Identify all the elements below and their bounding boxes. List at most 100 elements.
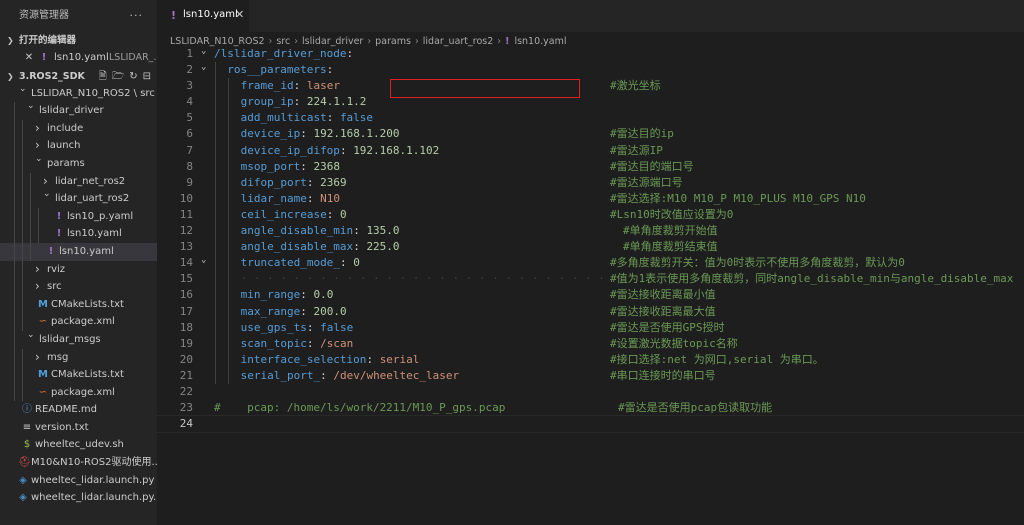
indent-guide [215,367,216,384]
indent-guide [228,287,230,304]
file-item[interactable]: ∽ package.xml [0,383,157,402]
folder-item[interactable]: ⌄ lslidar_driver [0,101,157,120]
cmake-icon: M [38,369,48,381]
fold-chevron-icon[interactable]: ⌄ [201,59,206,75]
folder-item[interactable]: ⌄ params [0,154,157,173]
folder-item[interactable]: › rviz [0,260,157,279]
code-text: angle_disable_max: 225.0 [241,239,400,255]
code-line[interactable]: 19 scan_topic: /scan #设置激光数据topic名称 [157,335,1024,352]
code-line[interactable]: 17 max_range: 200.0 #雷达接收距离最大值 [157,303,1024,320]
indent-guide [38,225,39,243]
folder-item[interactable]: › src [0,278,157,296]
folder-item[interactable]: ⌄ lidar_uart_ros2 [0,189,157,208]
code-line[interactable]: 4 group_ip: 224.1.1.2 [157,94,1024,111]
tree-item-label: wheeltec_lidar.launch.py... [31,492,157,504]
file-item[interactable]: ! lsn10.yaml [0,225,157,243]
file-item[interactable]: ! lsn10_p.yaml [0,207,157,226]
code-line[interactable]: 22 [157,384,1024,400]
code-line[interactable]: 10 lidar_name: N10 #雷达选择:M10 M10_P M10_PLU… [157,190,1024,207]
code-line[interactable]: 9 difop_port: 2369 #雷达源端口号 [157,174,1024,191]
code-line[interactable]: 15 · · · · · · · · · · · · · · · · · · · … [157,271,1024,288]
tree-item-label: wheeltec_lidar.launch.py [31,474,155,486]
whitespace-markers: · · · · · · · · · · · · · · · · · · · · … [240,272,619,286]
code-token: 192.168.1.102 [353,143,440,157]
code-line[interactable]: 18 use_gps_ts: false #雷达是否使用GPS授时 [157,319,1024,336]
folder-item[interactable]: › lidar_net_ros2 [0,172,157,191]
code-line[interactable]: 14 ⌄ truncated_mode_: 0 #多角度裁剪开关：值为0时表示不使用多… [157,252,1024,272]
code-comment: #雷达目的ip [610,127,674,141]
indent-guide [22,278,23,296]
new-file-icon[interactable]: 🗎 [99,71,107,82]
code-text: frame_id: laser [241,78,340,94]
code-text: serial_port_: /dev/wheeltec_laser [241,368,460,384]
tab-lsn10-yaml[interactable]: ! lsn10.yaml ✕ [157,0,249,32]
code-token: : [339,143,354,157]
chevron-down-icon: ⌄ [43,189,51,200]
code-text: max_range: 200.0 [241,304,347,320]
code-line[interactable]: 5 add_multicast: false [157,110,1024,127]
code-line[interactable]: 3 frame_id: laser #激光坐标 [157,78,1024,95]
code-line[interactable]: 16 min_range: 0.0 #雷达接收距离最小值 [157,287,1024,304]
folder-item[interactable]: ⌄ LSLIDAR_N10_ROS2 \ src [0,84,157,103]
indent-guide [228,110,230,127]
code-token: : [306,175,321,189]
collapse-all-icon[interactable]: ⊟ [143,71,151,82]
code-token: lidar_name [240,191,307,205]
code-line[interactable]: 2 ⌄ ros__parameters: [157,59,1024,79]
code-line[interactable]: 12 angle_disable_min: 135.0 #单角度裁剪开始值 [157,223,1024,240]
code-line[interactable]: 1 ⌄ /lslidar_driver_node: [157,46,1024,62]
indent-guide [14,119,15,138]
file-item[interactable]: ◈ wheeltec_lidar.launch.py [0,472,157,490]
file-item[interactable]: ⛑ M10&N10-ROS2驱动使用... [0,454,157,472]
indent-guide [215,335,216,352]
file-item[interactable]: ! lsn10.yaml [0,242,157,261]
file-item[interactable]: ◈ wheeltec_lidar.launch.py... [0,489,157,507]
folder-item[interactable]: ⌄ lslidar_msgs [0,330,157,349]
open-editors-section[interactable]: ❯ 打开的编辑器 [0,32,157,49]
code-text: # pcap: /home/ls/work/2211/M10_P_gps.pca… [214,400,505,416]
file-item[interactable]: $ wheeltec_udev.sh [0,436,157,454]
code-comment: #雷达源端口号 [610,175,683,189]
code-line[interactable]: 21 serial_port_: /dev/wheeltec_laser #串口连接… [157,367,1024,384]
new-folder-icon[interactable]: 🗁 [112,71,124,82]
code-text: msop_port: 2368 [241,159,340,175]
code-token: serial_port_ [240,368,321,382]
code-line[interactable]: 11 ceil_increase: 0 #Lsn10时改值应设置为0 [157,206,1024,224]
folder-item[interactable]: › include [0,119,157,138]
indent-guide [14,348,15,367]
refresh-icon[interactable]: ↻ [129,71,137,82]
file-item[interactable]: ⓘ README.md [0,401,157,419]
indent-guide [22,172,23,191]
code-line[interactable]: 13 angle_disable_max: 225.0 #单角度裁剪结束值 [157,239,1024,256]
code-line[interactable]: 6 device_ip: 192.168.1.200 #雷达目的ip [157,126,1024,143]
code-line[interactable]: 8 msop_port: 2368 #雷达目的端口号 [157,158,1024,175]
code-editor[interactable]: 1 ⌄ /lslidar_driver_node: 2 ⌄ ros__parameters… [157,46,1024,434]
fold-chevron-icon[interactable]: ⌄ [201,43,206,59]
code-line[interactable]: 23 # pcap: /home/ls/work/2211/M10_P_gps.p… [157,400,1024,416]
indent-guide [22,119,23,138]
code-text: · · · · · · · · · · · · · · · · · · · · … [241,271,619,287]
close-icon[interactable]: ✕ [235,8,244,21]
file-item[interactable]: M CMakeLists.txt [0,295,157,314]
close-icon[interactable]: ✕ [24,49,34,67]
file-item[interactable]: M CMakeLists.txt [0,366,157,384]
indent-guide [14,278,15,296]
code-token: 2368 [313,159,340,173]
shell-icon: $ [23,439,31,451]
folder-item[interactable]: › launch [0,137,157,155]
indent-guide [14,225,15,243]
indent-guide [228,78,230,95]
line-number: 14 [179,256,193,270]
code-token: : [306,336,321,350]
code-line[interactable]: 20 interface_selection: serial #接口选择:net 为… [157,351,1024,368]
file-item[interactable]: ≡ version.txt [0,419,157,437]
code-line[interactable]: 24 [157,415,1024,434]
tree-item-label: lsn10.yaml [67,228,122,240]
open-editor-item[interactable]: ✕ ! lsn10.yaml LSLIDAR_... [0,49,157,67]
file-item[interactable]: ∽ package.xml [0,313,157,331]
more-actions-icon[interactable]: ··· [130,0,144,32]
fold-chevron-icon[interactable]: ⌄ [201,252,206,268]
code-line[interactable]: 7 device_ip_difop: 192.168.1.102 #雷达源IP [157,142,1024,159]
folder-item[interactable]: › msg [0,348,157,367]
yaml-icon: ! [48,245,54,257]
